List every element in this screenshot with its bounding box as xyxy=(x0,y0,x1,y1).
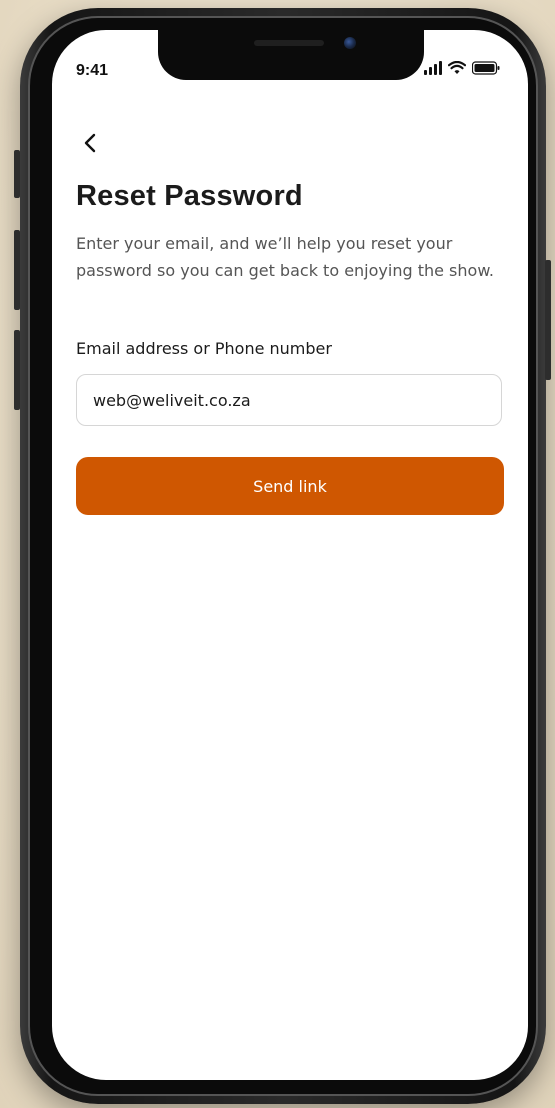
status-time: 9:41 xyxy=(76,62,109,79)
front-camera xyxy=(344,37,356,49)
status-icons xyxy=(424,60,500,79)
email-input[interactable] xyxy=(93,390,501,410)
mute-switch xyxy=(14,150,20,198)
page-description: Enter your email, and we’ll help you res… xyxy=(76,234,495,280)
battery-icon xyxy=(471,60,500,79)
back-button[interactable] xyxy=(78,130,104,156)
wifi-icon xyxy=(447,60,467,79)
volume-down-button xyxy=(14,330,20,410)
page-title: Reset Password xyxy=(76,180,303,212)
notch xyxy=(158,30,424,80)
email-field-label: Email address or Phone number xyxy=(76,339,332,358)
power-button xyxy=(545,260,551,380)
phone-screen: 9:41 Reset Password Enter your email, an… xyxy=(52,30,528,1080)
signal-icon xyxy=(424,60,442,79)
send-link-button[interactable]: Send link xyxy=(76,457,504,515)
email-field[interactable] xyxy=(76,374,502,426)
chevron-left-icon xyxy=(78,133,104,160)
speaker-grille xyxy=(254,40,324,46)
volume-up-button xyxy=(14,230,20,310)
